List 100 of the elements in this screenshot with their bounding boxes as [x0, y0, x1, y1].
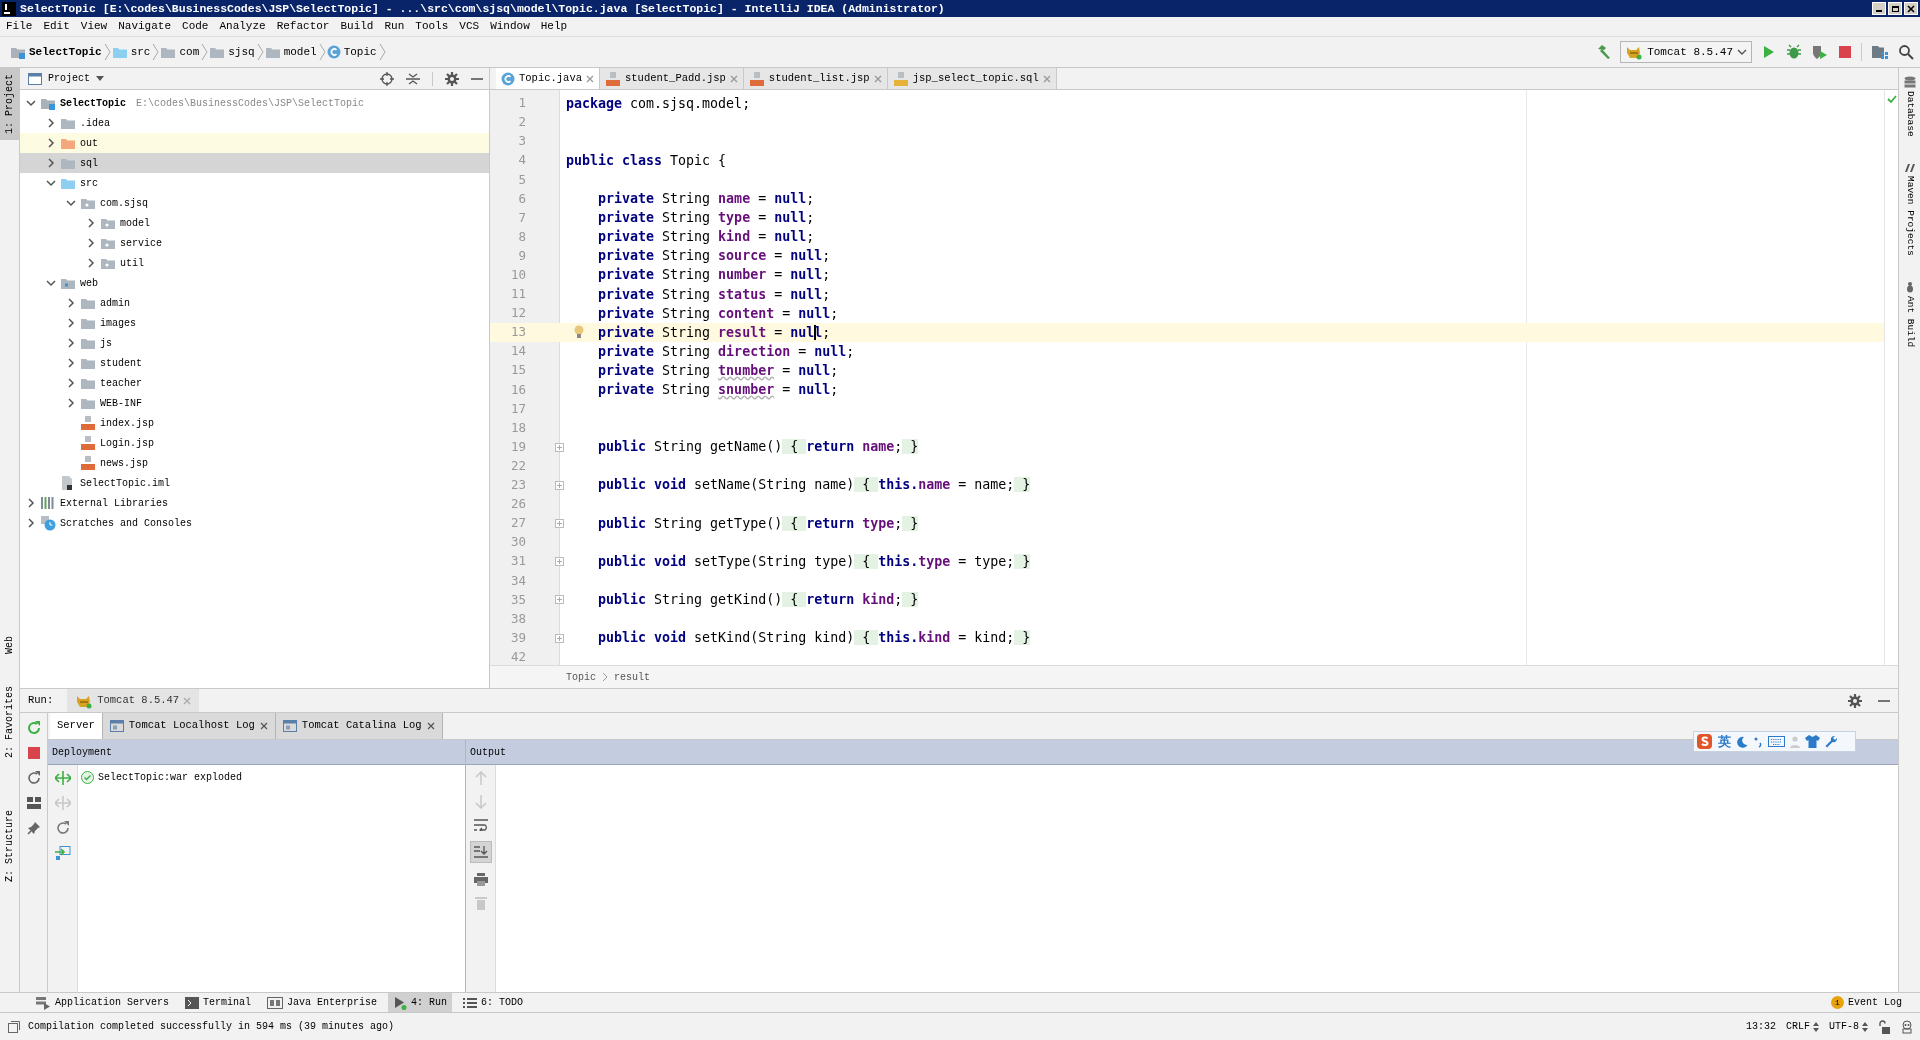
chevron-right-icon[interactable] — [46, 138, 56, 148]
collapse-all-icon[interactable] — [406, 71, 420, 86]
menu-item[interactable]: Analyze — [219, 18, 266, 35]
breadcrumb-item[interactable]: src — [111, 43, 151, 61]
chevron-right-icon[interactable] — [86, 218, 96, 228]
menu-item[interactable]: Navigate — [118, 18, 172, 35]
tool-window-button[interactable]: 1: Project — [0, 68, 20, 140]
breadcrumb-item[interactable]: Topic — [566, 669, 596, 685]
refresh-icon[interactable] — [26, 771, 41, 785]
lock-icon[interactable] — [1878, 1019, 1890, 1034]
tree-item[interactable]: model — [20, 213, 489, 233]
project-view-dropdown[interactable]: Project — [28, 71, 104, 86]
tool-window-button[interactable]: Ant Build — [1902, 281, 1917, 348]
menu-item[interactable]: View — [80, 18, 108, 35]
chevron-right-icon[interactable] — [66, 378, 76, 388]
close-icon[interactable] — [259, 722, 268, 730]
tool-window-button[interactable]: Terminal — [180, 992, 257, 1013]
tool-window-button[interactable]: Database — [1902, 76, 1917, 137]
chevron-right-icon[interactable] — [46, 118, 56, 128]
input-method-toolbar[interactable]: 英 — [1693, 731, 1856, 752]
chevron-down-icon[interactable] — [66, 198, 76, 208]
chevron-down-icon[interactable] — [46, 278, 56, 288]
tool-window-button[interactable]: 6: TODO — [458, 992, 529, 1013]
settings-icon[interactable] — [445, 71, 459, 86]
close-button[interactable] — [1904, 2, 1918, 15]
tree-item[interactable]: sql — [20, 153, 489, 173]
tree-item[interactable]: teacher — [20, 373, 489, 393]
menu-item[interactable]: Refactor — [276, 18, 330, 35]
tree-item[interactable]: com.sjsq — [20, 193, 489, 213]
lightbulb-icon[interactable] — [574, 325, 584, 340]
tool-window-button[interactable]: 2: Favorites — [0, 680, 20, 765]
tree-item[interactable]: service — [20, 233, 489, 253]
coverage-icon[interactable] — [1811, 44, 1829, 60]
panel-toggle-icon[interactable] — [8, 1020, 20, 1033]
refresh-icon[interactable] — [55, 821, 70, 835]
menu-item[interactable]: Window — [490, 18, 530, 35]
menu-item[interactable]: Code — [182, 18, 209, 35]
editor-tab[interactable]: student_Padd.jsp — [600, 68, 744, 89]
tree-item[interactable]: student — [20, 353, 489, 373]
tool-window-button[interactable]: Web — [0, 630, 20, 661]
chevron-right-icon[interactable] — [26, 518, 36, 528]
chevron-right-icon[interactable] — [26, 498, 36, 508]
caret-position[interactable]: 13:32 — [1745, 1019, 1776, 1034]
breadcrumb-item[interactable]: Topic — [326, 43, 377, 61]
moon-icon[interactable] — [1736, 735, 1748, 748]
log-tab[interactable]: Tomcat Localhost Log — [102, 713, 276, 739]
chevron-right-icon[interactable] — [86, 258, 96, 268]
menu-item[interactable]: Run — [384, 18, 405, 35]
chevron-right-icon[interactable] — [66, 318, 76, 328]
punctuation-icon[interactable] — [1753, 735, 1763, 748]
wrench-icon[interactable] — [1825, 735, 1838, 748]
tree-item[interactable]: js — [20, 333, 489, 353]
shirt-icon[interactable] — [1805, 735, 1820, 748]
tree-item[interactable]: images — [20, 313, 489, 333]
chevron-right-icon[interactable] — [66, 298, 76, 308]
encoding-selector[interactable]: UTF-8 — [1829, 1019, 1868, 1034]
locate-icon[interactable] — [380, 71, 394, 86]
close-icon[interactable] — [426, 722, 435, 730]
editor-tab[interactable]: Topic.java — [496, 68, 600, 89]
tree-item[interactable]: util — [20, 253, 489, 273]
tool-window-button[interactable]: Z: Structure — [0, 804, 20, 889]
tree-item[interactable]: out — [20, 133, 489, 153]
tree-item[interactable]: src — [20, 173, 489, 193]
tool-window-button[interactable]: Java Enterprise — [262, 992, 383, 1013]
tool-window-button[interactable]: 4: Run — [388, 992, 453, 1013]
tree-item[interactable]: index.jsp — [20, 413, 489, 433]
stop-icon[interactable] — [27, 747, 40, 759]
scroll-to-end-button[interactable] — [469, 841, 492, 863]
chevron-right-icon[interactable] — [66, 358, 76, 368]
chevron-right-icon[interactable] — [46, 158, 56, 168]
chevron-down-icon[interactable] — [46, 178, 56, 188]
tree-item[interactable]: External Libraries — [20, 493, 489, 513]
chevron-right-icon[interactable] — [66, 338, 76, 348]
breadcrumb-item[interactable]: SelectTopic — [10, 43, 102, 61]
tool-window-button[interactable]: Application Servers — [30, 992, 175, 1013]
run-tab[interactable]: Tomcat 8.5.47 — [67, 689, 200, 712]
tree-item[interactable]: SelectTopic.iml — [20, 473, 489, 493]
tree-item[interactable]: web — [20, 273, 489, 293]
chevron-down-icon[interactable] — [26, 98, 36, 108]
tree-item[interactable]: Login.jsp — [20, 433, 489, 453]
search-icon[interactable] — [1898, 44, 1914, 60]
editor-tab[interactable]: jsp_select_topic.sql — [887, 68, 1057, 89]
tool-window-button[interactable]: Maven Projects — [1902, 162, 1917, 256]
tree-item[interactable]: admin — [20, 293, 489, 313]
tree-item[interactable]: news.jsp — [20, 453, 489, 473]
tree-item[interactable]: .idea — [20, 113, 489, 133]
minimize-button[interactable] — [1872, 2, 1886, 15]
menu-item[interactable]: Build — [340, 18, 374, 35]
tree-item[interactable]: WEB-INF — [20, 393, 489, 413]
deployment-item[interactable]: SelectTopic:war exploded — [81, 768, 465, 786]
menu-item[interactable]: File — [6, 18, 33, 35]
breadcrumb-item[interactable]: com — [160, 43, 200, 61]
line-separator-selector[interactable]: CRLF — [1785, 1019, 1819, 1034]
tree-item[interactable]: SelectTopic E:\codes\BusinessCodes\JSP\SelectTopic — [20, 93, 489, 113]
menu-item[interactable]: Help — [540, 18, 568, 35]
stop-icon[interactable] — [1838, 45, 1852, 59]
layout-icon[interactable] — [26, 797, 41, 809]
keyboard-icon[interactable] — [1768, 736, 1785, 747]
chevron-right-icon[interactable] — [86, 238, 96, 248]
editor-tab[interactable]: student_list.jsp — [743, 68, 888, 89]
